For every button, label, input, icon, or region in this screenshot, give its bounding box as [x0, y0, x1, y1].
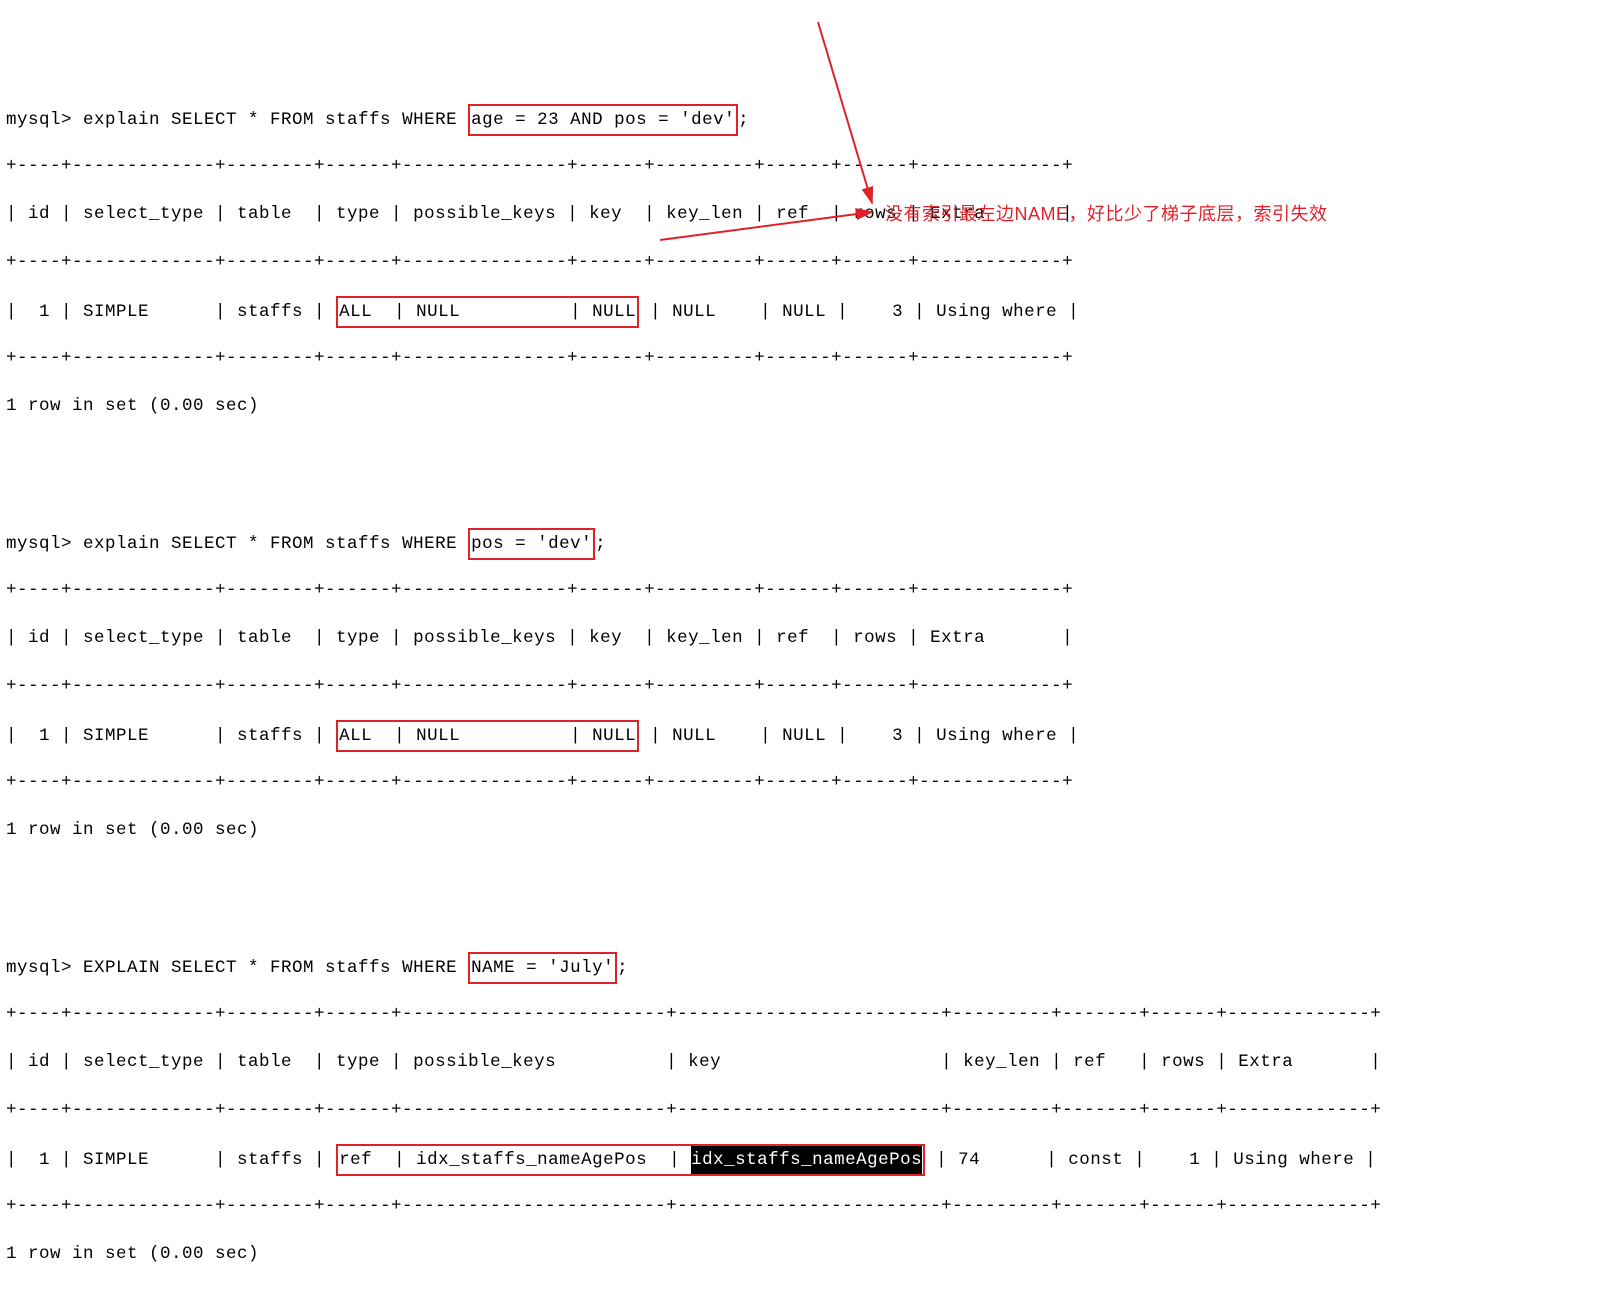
table1-footer: 1 row in set (0.00 sec)	[6, 392, 1592, 420]
annotation-text: 没有索引最左边NAME，好比少了梯子底层，索引失效	[885, 200, 1328, 226]
table3-divider-mid: +----+-------------+--------+------+----…	[6, 1096, 1592, 1124]
table1-divider-top: +----+-------------+--------+------+----…	[6, 152, 1592, 180]
table3-header: | id | select_type | table | type | poss…	[6, 1048, 1592, 1076]
table2-divider-bot: +----+-------------+--------+------+----…	[6, 768, 1592, 796]
table3-footer: 1 row in set (0.00 sec)	[6, 1240, 1592, 1268]
query2-line: mysql> explain SELECT * FROM staffs WHER…	[6, 528, 1592, 556]
table3-divider-top: +----+-------------+--------+------+----…	[6, 1000, 1592, 1028]
highlight-plan-3: ref | idx_staffs_nameAgePos | idx_staffs…	[336, 1144, 925, 1176]
highlight-where-clause-3: NAME = 'July'	[468, 952, 617, 984]
table2-divider-top: +----+-------------+--------+------+----…	[6, 576, 1592, 604]
table2-row: | 1 | SIMPLE | staffs | ALL | NULL | NUL…	[6, 720, 1592, 748]
highlight-key-used: idx_staffs_nameAgePos	[691, 1146, 922, 1174]
table3-row: | 1 | SIMPLE | staffs | ref | idx_staffs…	[6, 1144, 1592, 1172]
query1-line: mysql> explain SELECT * FROM staffs WHER…	[6, 104, 1592, 132]
table1-row: | 1 | SIMPLE | staffs | ALL | NULL | NUL…	[6, 296, 1592, 324]
table1-divider-bot: +----+-------------+--------+------+----…	[6, 344, 1592, 372]
highlight-plan-1: ALL | NULL | NULL	[336, 296, 639, 328]
highlight-where-clause-1: age = 23 AND pos = 'dev'	[468, 104, 738, 136]
arrow-from-query1	[0, 0, 1598, 656]
table3-divider-bot: +----+-------------+--------+------+----…	[6, 1192, 1592, 1220]
highlight-where-clause-2: pos = 'dev'	[468, 528, 595, 560]
highlight-plan-2: ALL | NULL | NULL	[336, 720, 639, 752]
table1-divider-mid: +----+-------------+--------+------+----…	[6, 248, 1592, 276]
table2-footer: 1 row in set (0.00 sec)	[6, 816, 1592, 844]
table2-divider-mid: +----+-------------+--------+------+----…	[6, 672, 1592, 700]
table1-header: | id | select_type | table | type | poss…	[6, 200, 1592, 228]
table2-header: | id | select_type | table | type | poss…	[6, 624, 1592, 652]
query3-line: mysql> EXPLAIN SELECT * FROM staffs WHER…	[6, 952, 1592, 980]
